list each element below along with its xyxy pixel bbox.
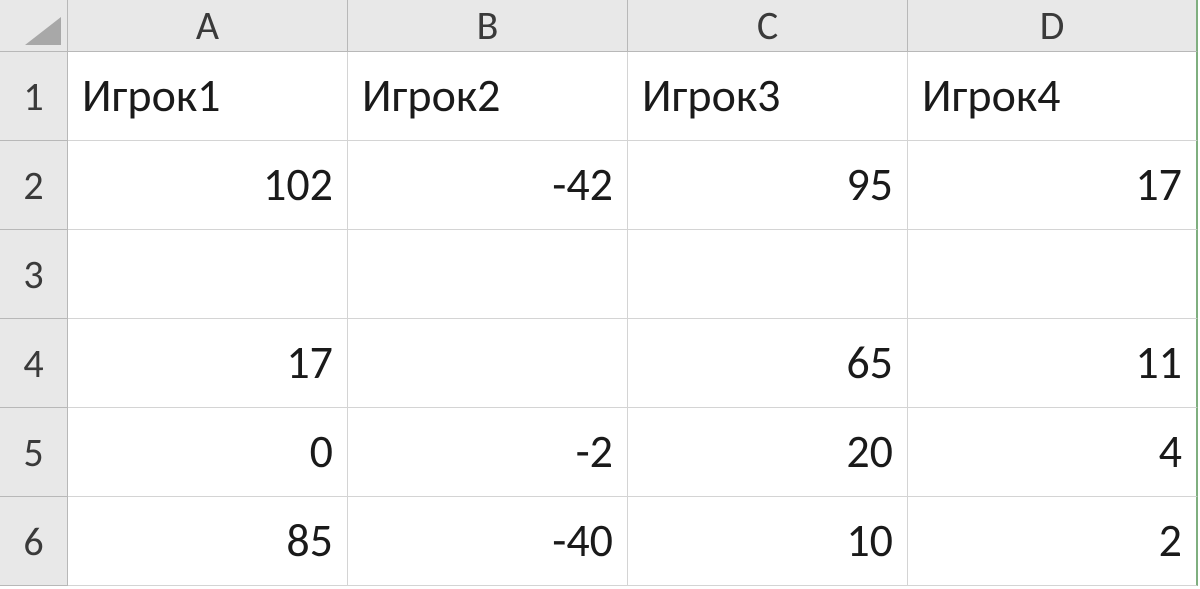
col-header-d[interactable]: D (908, 0, 1198, 52)
row-header-4[interactable]: 4 (0, 319, 68, 408)
cell-d2[interactable]: 17 (908, 141, 1198, 230)
cell-a4[interactable]: 17 (68, 319, 348, 408)
col-header-a[interactable]: A (68, 0, 348, 52)
col-header-b[interactable]: B (348, 0, 628, 52)
cell-a2[interactable]: 102 (68, 141, 348, 230)
cell-c5[interactable]: 20 (628, 408, 908, 497)
cell-b2[interactable]: -42 (348, 141, 628, 230)
cell-d1[interactable]: Игрок4 (908, 52, 1198, 141)
cell-d4[interactable]: 11 (908, 319, 1198, 408)
cell-a5[interactable]: 0 (68, 408, 348, 497)
col-header-c[interactable]: C (628, 0, 908, 52)
cell-b4[interactable] (348, 319, 628, 408)
row-header-1[interactable]: 1 (0, 52, 68, 141)
cell-b6[interactable]: -40 (348, 497, 628, 586)
cell-d6[interactable]: 2 (908, 497, 1198, 586)
cell-b3[interactable] (348, 230, 628, 319)
row-header-3[interactable]: 3 (0, 230, 68, 319)
cell-a1[interactable]: Игрок1 (68, 52, 348, 141)
cell-d5[interactable]: 4 (908, 408, 1198, 497)
cell-d3[interactable] (908, 230, 1198, 319)
cell-c1[interactable]: Игрок3 (628, 52, 908, 141)
cell-c3[interactable] (628, 230, 908, 319)
spreadsheet-grid: A B C D 1 Игрок1 Игрок2 Игрок3 Игрок4 2 … (0, 0, 1200, 586)
cell-b5[interactable]: -2 (348, 408, 628, 497)
cell-a3[interactable] (68, 230, 348, 319)
select-all-corner[interactable] (0, 0, 68, 52)
cell-c6[interactable]: 10 (628, 497, 908, 586)
row-header-2[interactable]: 2 (0, 141, 68, 230)
cell-c4[interactable]: 65 (628, 319, 908, 408)
cell-c2[interactable]: 95 (628, 141, 908, 230)
row-header-6[interactable]: 6 (0, 497, 68, 586)
cell-b1[interactable]: Игрок2 (348, 52, 628, 141)
cell-a6[interactable]: 85 (68, 497, 348, 586)
row-header-5[interactable]: 5 (0, 408, 68, 497)
